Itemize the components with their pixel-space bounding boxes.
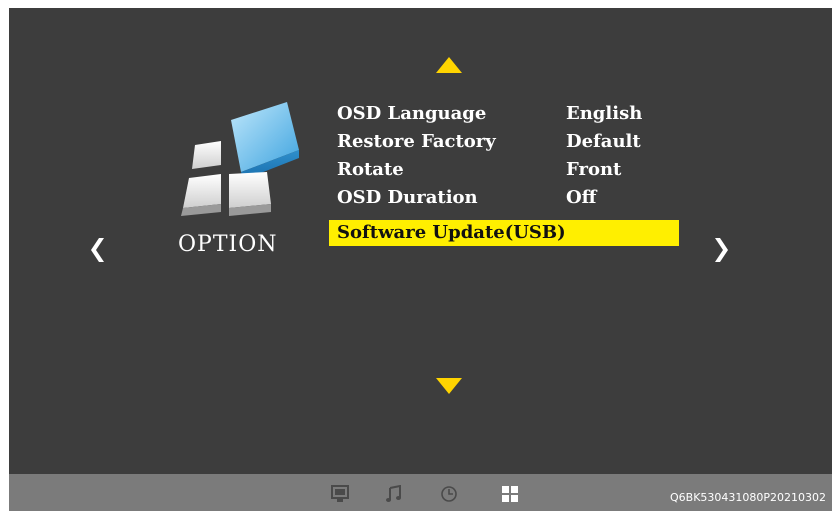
option-blocks-icon [181, 102, 299, 216]
music-icon[interactable] [385, 485, 403, 503]
triangle-down-icon[interactable] [436, 378, 462, 394]
menu-item-software-update[interactable]: Software Update(USB) [329, 220, 679, 246]
category-label: OPTION [178, 232, 278, 257]
menu-item-label: OSD Language [337, 103, 487, 124]
picture-icon[interactable] [331, 485, 349, 503]
menu-item-label: Restore Factory [337, 131, 496, 152]
menu-item-value: English [566, 103, 643, 124]
menu-item-osd-language[interactable]: OSD Language English [337, 101, 667, 127]
menu-item-rotate[interactable]: Rotate Front [337, 157, 667, 183]
menu-item-value: Front [566, 159, 622, 180]
option-icon[interactable] [501, 485, 519, 503]
clock-icon[interactable] [440, 485, 458, 503]
chevron-right-icon[interactable] [711, 234, 729, 266]
triangle-up-icon[interactable] [436, 57, 462, 73]
menu-item-value: Off [566, 187, 597, 208]
menu-item-label: OSD Duration [337, 187, 478, 208]
chevron-left-icon[interactable] [90, 234, 108, 266]
firmware-build-code: Q6BK530431080P20210302 [670, 491, 827, 504]
menu-item-value: Default [566, 131, 641, 152]
menu-item-label: Rotate [337, 159, 404, 180]
menu-item-restore-factory[interactable]: Restore Factory Default [337, 129, 667, 155]
menu-item-osd-duration[interactable]: OSD Duration Off [337, 185, 667, 211]
menu-item-label: Software Update(USB) [337, 222, 566, 243]
